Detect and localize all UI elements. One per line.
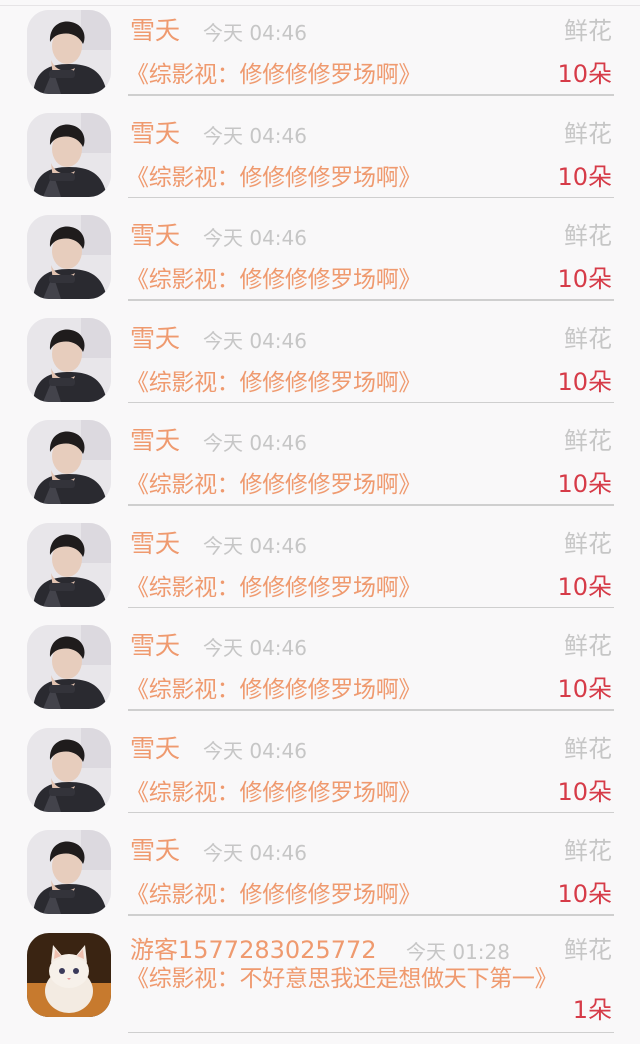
user-name[interactable]: 雪夭 bbox=[130, 324, 180, 354]
user-avatar-icon[interactable] bbox=[27, 830, 111, 914]
user-avatar-icon[interactable] bbox=[27, 112, 111, 197]
user-avatar-icon[interactable] bbox=[27, 727, 111, 812]
gift-type-label: 鲜花 bbox=[564, 427, 612, 455]
gift-type-label: 鲜花 bbox=[564, 632, 612, 660]
book-title-link[interactable]: 《综影视：修修修修罗场啊》 bbox=[126, 778, 421, 808]
gift-time: 今天 04:46 bbox=[203, 533, 307, 558]
gift-time: 今天 04:46 bbox=[203, 21, 307, 45]
gift-record-row[interactable]: 雪夭 今天 04:46 鲜花 《综影视：修修修修罗场啊》 10朵 bbox=[0, 724, 640, 827]
gift-type-label: 鲜花 bbox=[564, 324, 612, 353]
row-divider bbox=[128, 811, 614, 813]
gift-type-label: 鲜花 bbox=[564, 734, 612, 763]
user-avatar-icon[interactable] bbox=[27, 10, 111, 94]
book-title-link[interactable]: 《综影视：修修修修罗场啊》 bbox=[126, 573, 421, 603]
gift-time: 今天 04:46 bbox=[203, 636, 307, 660]
gift-record-row[interactable]: 雪夭 今天 04:46 鲜花 《综影视：修修修修罗场啊》 10朵 bbox=[0, 109, 640, 212]
book-title-link[interactable]: 《综影视：修修修修罗场啊》 bbox=[126, 60, 421, 90]
gift-type-label: 鲜花 bbox=[564, 119, 612, 148]
gift-time: 今天 04:46 bbox=[203, 328, 307, 353]
gift-record-row[interactable]: 雪夭 今天 04:46 鲜花 《综影视：修修修修罗场啊》 10朵 bbox=[0, 826, 640, 929]
gift-count: 10朵 bbox=[557, 470, 612, 498]
row-divider bbox=[128, 196, 614, 198]
gift-record-row[interactable]: 雪夭 今天 04:46 鲜花 《综影视：修修修修罗场啊》 10朵 bbox=[0, 314, 640, 417]
user-name[interactable]: 雪夭 bbox=[130, 734, 180, 764]
gift-record-row[interactable]: 雪夭 今天 04:46 鲜花 《综影视：修修修修罗场啊》 10朵 bbox=[0, 211, 640, 314]
user-name[interactable]: 雪夭 bbox=[130, 836, 180, 866]
book-title-link[interactable]: 《综影视：修修修修罗场啊》 bbox=[126, 675, 421, 705]
book-title-link[interactable]: 《综影视：修修修修罗场啊》 bbox=[126, 880, 421, 910]
gift-time: 今天 04:46 bbox=[203, 841, 307, 865]
user-name[interactable]: 雪夭 bbox=[130, 631, 180, 661]
user-avatar-icon[interactable] bbox=[27, 317, 111, 402]
user-avatar-icon[interactable] bbox=[27, 420, 111, 504]
user-name[interactable]: 游客1577283025772 bbox=[130, 935, 377, 965]
row-divider bbox=[128, 504, 614, 506]
user-name[interactable]: 雪夭 bbox=[130, 221, 180, 251]
gift-count: 10朵 bbox=[557, 880, 612, 908]
gift-type-label: 鲜花 bbox=[564, 529, 612, 558]
gift-type-label: 鲜花 bbox=[564, 837, 612, 865]
book-title-link[interactable]: 《综影视：修修修修罗场啊》 bbox=[126, 470, 421, 500]
gift-count: 10朵 bbox=[557, 777, 612, 806]
user-name[interactable]: 雪夭 bbox=[130, 529, 180, 559]
gift-count: 10朵 bbox=[557, 675, 612, 703]
user-avatar-icon[interactable] bbox=[27, 215, 111, 299]
book-title-link[interactable]: 《综影视：不好意思我还是想做天下第一》 bbox=[126, 965, 558, 993]
kitten-avatar-icon[interactable] bbox=[27, 932, 111, 1017]
gift-record-list: 雪夭 今天 04:46 鲜花 《综影视：修修修修罗场啊》 10朵 雪夭 今天 0… bbox=[0, 6, 640, 1044]
row-divider bbox=[128, 94, 614, 96]
gift-time: 今天 01:28 bbox=[406, 939, 510, 964]
user-avatar-icon[interactable] bbox=[27, 625, 111, 709]
gift-type-label: 鲜花 bbox=[564, 222, 612, 250]
user-avatar-icon[interactable] bbox=[27, 522, 111, 607]
gift-count: 10朵 bbox=[557, 162, 612, 191]
row-divider bbox=[128, 709, 614, 711]
gift-count: 10朵 bbox=[557, 60, 612, 88]
gift-count: 10朵 bbox=[557, 265, 612, 293]
gift-record-row[interactable]: 雪夭 今天 04:46 鲜花 《综影视：修修修修罗场啊》 10朵 bbox=[0, 519, 640, 622]
gift-count: 10朵 bbox=[557, 572, 612, 601]
user-name[interactable]: 雪夭 bbox=[130, 16, 180, 46]
gift-record-row[interactable]: 雪夭 今天 04:46 鲜花 《综影视：修修修修罗场啊》 10朵 bbox=[0, 6, 640, 109]
gift-count: 1朵 bbox=[572, 995, 612, 1024]
row-divider bbox=[128, 1031, 614, 1033]
gift-count: 10朵 bbox=[557, 367, 612, 396]
row-divider bbox=[128, 914, 614, 916]
gift-record-row-guest[interactable]: 游客1577283025772 今天 01:28 鲜花 《综影视：不好意思我还是… bbox=[0, 929, 640, 1044]
book-title-link[interactable]: 《综影视：修修修修罗场啊》 bbox=[126, 368, 421, 398]
row-divider bbox=[128, 606, 614, 608]
row-divider bbox=[128, 299, 614, 301]
gift-time: 今天 04:46 bbox=[203, 431, 307, 455]
row-divider bbox=[128, 401, 614, 403]
user-name[interactable]: 雪夭 bbox=[130, 119, 180, 149]
book-title-link[interactable]: 《综影视：修修修修罗场啊》 bbox=[126, 265, 421, 295]
user-name[interactable]: 雪夭 bbox=[130, 426, 180, 456]
gift-record-row[interactable]: 雪夭 今天 04:46 鲜花 《综影视：修修修修罗场啊》 10朵 bbox=[0, 416, 640, 519]
book-title-link[interactable]: 《综影视：修修修修罗场啊》 bbox=[126, 163, 421, 193]
gift-time: 今天 04:46 bbox=[203, 123, 307, 148]
gift-time: 今天 04:46 bbox=[203, 738, 307, 763]
gift-time: 今天 04:46 bbox=[203, 226, 307, 250]
gift-type-label: 鲜花 bbox=[564, 17, 612, 45]
gift-record-row[interactable]: 雪夭 今天 04:46 鲜花 《综影视：修修修修罗场啊》 10朵 bbox=[0, 621, 640, 724]
gift-type-label: 鲜花 bbox=[564, 935, 612, 964]
